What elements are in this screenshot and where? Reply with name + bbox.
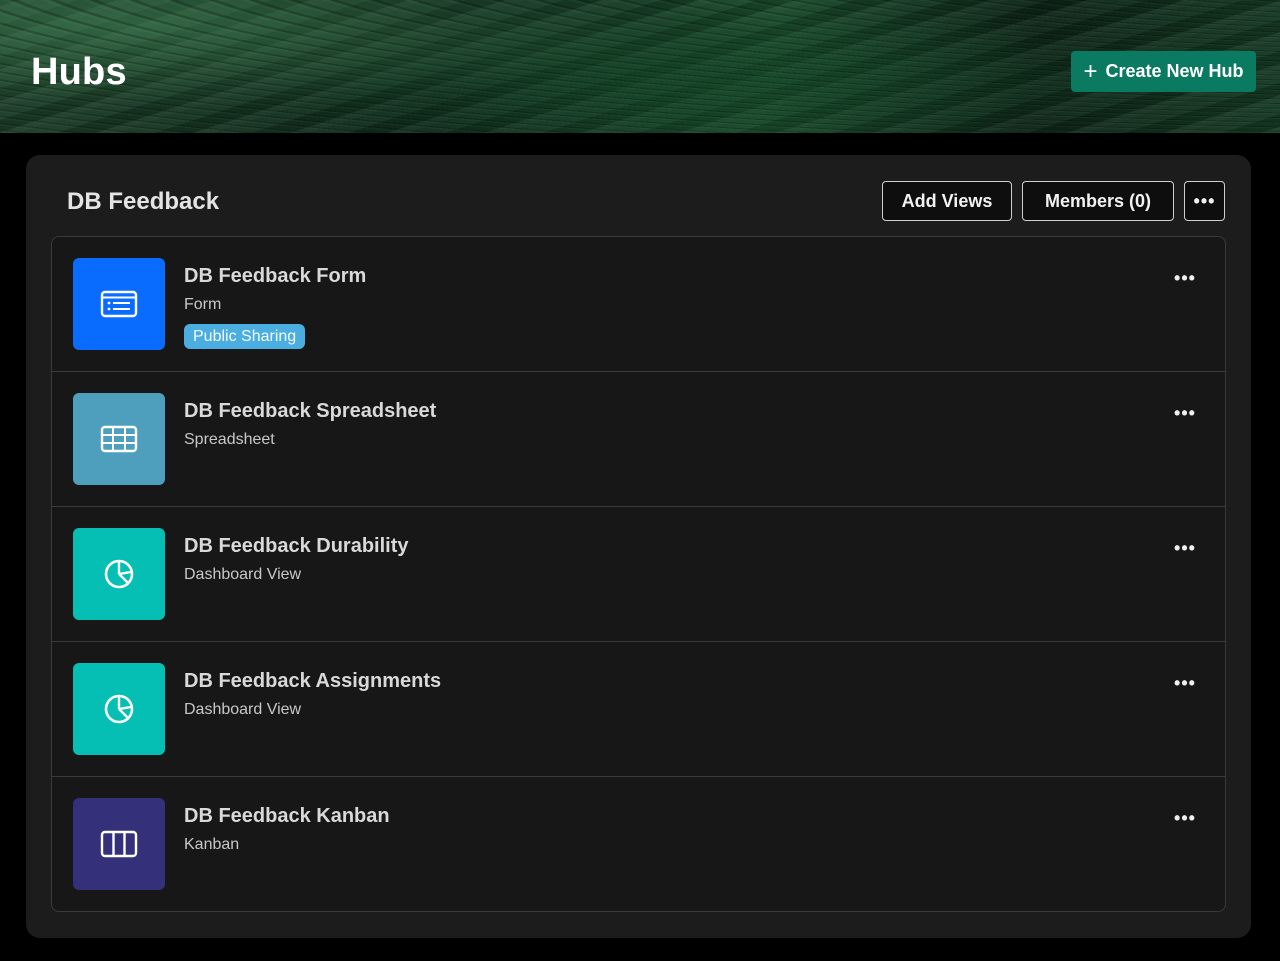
- view-type: Dashboard View: [184, 566, 302, 583]
- list-item[interactable]: DB Feedback Form Form Public Sharing •••: [52, 237, 1225, 372]
- view-tile: [73, 798, 165, 890]
- members-button[interactable]: Members (0): [1022, 181, 1174, 221]
- create-new-hub-button[interactable]: + Create New Hub: [1071, 51, 1256, 92]
- view-title: DB Feedback Kanban: [184, 805, 390, 827]
- view-title: DB Feedback Assignments: [184, 670, 442, 692]
- view-type: Form: [184, 296, 222, 313]
- list-item[interactable]: DB Feedback Assignments Dashboard View •…: [52, 642, 1225, 777]
- view-title: DB Feedback Spreadsheet: [184, 400, 437, 422]
- more-icon[interactable]: •••: [1166, 670, 1204, 696]
- list-item[interactable]: DB Feedback Spreadsheet Spreadsheet •••: [52, 372, 1225, 507]
- add-views-button[interactable]: Add Views: [882, 181, 1012, 221]
- form-icon: [100, 290, 138, 318]
- view-tile: [73, 258, 165, 350]
- hub-panel: DB Feedback Add Views Members (0) ••• DB…: [26, 155, 1251, 938]
- view-title: DB Feedback Durability: [184, 535, 409, 557]
- pie-chart-icon: [104, 694, 134, 724]
- view-tile: [73, 528, 165, 620]
- view-tile: [73, 393, 165, 485]
- create-new-hub-label: Create New Hub: [1105, 61, 1244, 81]
- public-sharing-badge: Public Sharing: [184, 324, 306, 349]
- view-title: DB Feedback Form: [184, 265, 367, 287]
- pie-chart-icon: [104, 559, 134, 589]
- more-icon[interactable]: •••: [1166, 535, 1204, 561]
- hub-more-icon[interactable]: •••: [1184, 181, 1225, 221]
- kanban-icon: [100, 830, 138, 858]
- list-item[interactable]: DB Feedback Kanban Kanban •••: [52, 777, 1225, 911]
- more-icon[interactable]: •••: [1166, 805, 1204, 831]
- more-icon[interactable]: •••: [1166, 265, 1204, 291]
- view-tile: [73, 663, 165, 755]
- view-type: Kanban: [184, 836, 240, 853]
- plus-icon: +: [1083, 57, 1098, 85]
- list-item[interactable]: DB Feedback Durability Dashboard View ••…: [52, 507, 1225, 642]
- page-title: Hubs: [31, 51, 127, 93]
- view-type: Dashboard View: [184, 701, 302, 718]
- grid-icon: [100, 425, 138, 453]
- hub-title: DB Feedback: [67, 188, 220, 215]
- view-type: Spreadsheet: [184, 431, 275, 448]
- more-icon[interactable]: •••: [1166, 400, 1204, 426]
- views-list: DB Feedback Form Form Public Sharing •••…: [51, 236, 1226, 912]
